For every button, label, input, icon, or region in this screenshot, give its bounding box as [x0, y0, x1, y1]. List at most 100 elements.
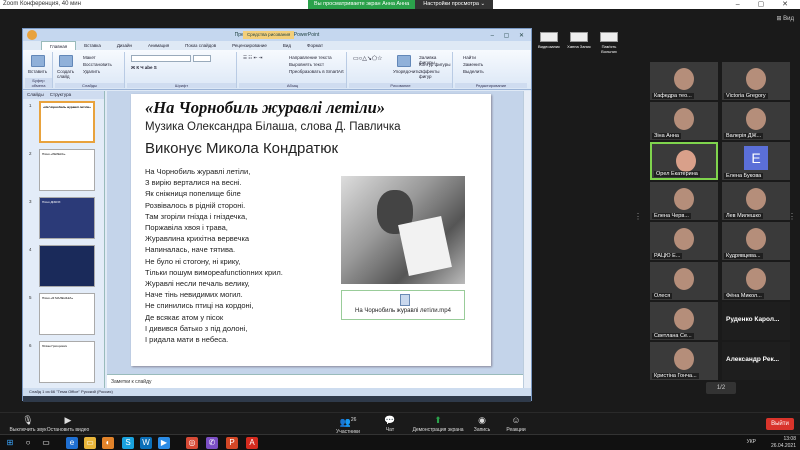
shape-outline-button[interactable]: Контур фигуры	[419, 62, 450, 67]
tab-slideshow[interactable]: Показ слайдов	[177, 41, 224, 50]
view-options-button[interactable]: Настройки просмотра ⌄	[415, 0, 494, 9]
poem-line: З вирію верталися на весні.	[145, 178, 242, 188]
edge-browser-icon[interactable]: e	[66, 437, 78, 449]
ppt-statusbar: Слайд 1 из 66 "Тема Office" Русский (Рос…	[23, 388, 531, 396]
window-controls[interactable]: – ▢ ✕	[736, 0, 796, 9]
reset-button[interactable]: Восстановить	[83, 62, 112, 67]
participant-tile[interactable]: E Елена Букова	[722, 142, 790, 180]
system-clock[interactable]: 13:08 26.04.2021	[771, 436, 796, 450]
layout-button[interactable]: Макет	[83, 55, 96, 60]
font-size-field[interactable]	[193, 55, 211, 62]
keyboard-language[interactable]: УКР	[747, 439, 756, 445]
word-icon[interactable]: W	[140, 437, 152, 449]
poem-line: На Чорнобиль журавлі летіли,	[145, 167, 251, 176]
delete-button[interactable]: Удалить	[83, 69, 100, 74]
new-slide-icon[interactable]	[59, 55, 73, 67]
video-file-icon[interactable]	[570, 32, 588, 42]
video-file-icon[interactable]	[540, 32, 558, 42]
tab-animation[interactable]: Анимация	[140, 41, 177, 50]
tab-review[interactable]: Рецензирование	[224, 41, 275, 50]
participant-tile[interactable]: Фёна Микол...	[722, 262, 790, 300]
skype-icon[interactable]: S	[122, 437, 134, 449]
slide-scrollbar[interactable]	[523, 91, 531, 388]
ppt-titlebar: Презентация1 - Microsoft PowerPoint Сред…	[23, 29, 531, 41]
leave-meeting-button[interactable]: Выйти	[766, 418, 794, 430]
participant-tile[interactable]: Александр Рек...	[722, 342, 790, 380]
find-button[interactable]: Найти	[463, 55, 476, 60]
arrange-button[interactable]: Упорядочить	[393, 69, 420, 74]
poem-line: Як сніжниця попелище біле	[145, 189, 241, 199]
notes-pane[interactable]: Заметки к слайду	[107, 374, 523, 388]
slide-title[interactable]: «На Чорнобиль журавлі летіли»	[145, 98, 385, 118]
slide-thumbnail-3[interactable]: Пісня ДИКИХ	[39, 197, 95, 239]
participant-tile[interactable]: Руденко Карол...	[722, 302, 790, 340]
shapes-gallery[interactable]: ▭○△↘⬠☆	[353, 55, 383, 62]
tab-outline[interactable]: Структура	[50, 91, 71, 99]
embedded-video[interactable]: На Чорнобиль журавлі летіли.mp4	[341, 290, 465, 320]
participant-tile[interactable]: Victoria Gregory	[722, 62, 790, 100]
poem-text[interactable]: На Чорнобиль журавлі летіли, З вирію вер…	[145, 166, 283, 345]
participant-tile[interactable]: Зіна Анна	[650, 102, 718, 140]
bullets-button[interactable]: ☰ ☷ ⇤ ⇥	[243, 55, 262, 61]
participant-tile[interactable]: Кудрявцева...	[722, 222, 790, 260]
zoom-control-bar: 🎙 Выключить звук ▶ Остановить видео 👥26 Уча…	[0, 412, 800, 435]
slide-thumbnail-6[interactable]: Юліан Григорович	[39, 341, 95, 383]
tab-design[interactable]: Дизайн	[109, 41, 140, 50]
office-button-icon[interactable]	[27, 30, 37, 40]
align-text-button[interactable]: Выровнять текст	[289, 62, 324, 67]
file-explorer-icon[interactable]: ▭	[84, 437, 96, 449]
tab-view[interactable]: Вид	[275, 41, 299, 50]
paste-icon[interactable]	[31, 55, 45, 67]
bold-button[interactable]: Ж К Ч abe S	[131, 65, 157, 70]
gallery-pager[interactable]: 1/2	[706, 382, 736, 394]
participant-tile[interactable]: Валерія ДЖ...	[722, 102, 790, 140]
chrome-icon[interactable]: ◎	[186, 437, 198, 449]
windows-start-icon[interactable]: ⊞	[4, 437, 16, 449]
reactions-button[interactable]: ☺ Реакции	[488, 415, 544, 433]
participant-tile[interactable]: Елена Черв...	[650, 182, 718, 220]
view-button[interactable]: ⊞ Вид	[776, 15, 794, 22]
zoom-app-icon[interactable]: ▶	[158, 437, 170, 449]
arrange-icon[interactable]	[397, 55, 411, 67]
replace-button[interactable]: Заменить	[463, 62, 483, 67]
task-view-icon[interactable]: ▭	[40, 437, 52, 449]
participant-tile[interactable]: Лев Милешко	[722, 182, 790, 220]
participant-tile[interactable]: Светлана Се...	[650, 302, 718, 340]
slide-thumbnail-5[interactable]: Пісня «Я МАЛЕНЬКА»	[39, 293, 95, 335]
smartart-button[interactable]: Преобразовать в SmartArt	[289, 69, 344, 74]
current-slide[interactable]: «На Чорнобиль журавлі летіли» Музика Оле…	[131, 94, 491, 366]
performer-photo[interactable]	[341, 176, 465, 284]
video-file-icon[interactable]	[600, 32, 618, 42]
slides-panel: Слайды Структура 1 «На Чорнобиль журавлі…	[23, 91, 105, 391]
search-icon[interactable]: ○	[22, 437, 34, 449]
tab-slides[interactable]: Слайды	[27, 91, 44, 99]
slide-editor: «На Чорнобиль журавлі летіли» Музика Оле…	[107, 91, 523, 374]
select-button[interactable]: Выделить	[463, 69, 484, 74]
shape-effects-button[interactable]: Эффекты фигур	[419, 69, 452, 79]
slide-performer[interactable]: Виконує Микола Кондратюк	[145, 140, 338, 157]
drawing-group-label: Рисование	[349, 83, 452, 88]
slide-thumbnail-1[interactable]: «На Чорнобиль журавлі летіли»	[39, 101, 95, 143]
acrobat-icon[interactable]: A	[246, 437, 258, 449]
text-direction-button[interactable]: Направление текста	[289, 55, 332, 60]
viber-icon[interactable]: ✆	[206, 437, 218, 449]
slide-thumbnail-2[interactable]: Пісня «ЛЕЛЕКА»	[39, 149, 95, 191]
tab-home[interactable]: Главная	[41, 41, 77, 50]
split-handle-icon[interactable]: ⋮	[634, 212, 642, 221]
firefox-icon[interactable]: ◐	[102, 437, 114, 449]
tab-format[interactable]: Формат	[299, 41, 331, 50]
smiley-icon: ☺	[511, 415, 521, 425]
font-name-field[interactable]	[131, 55, 191, 62]
tab-insert[interactable]: Вставка	[76, 41, 109, 50]
stop-video-button[interactable]: ▶ Остановить видео	[40, 415, 96, 433]
participant-tile-active-speaker[interactable]: Орел Екатерина	[650, 142, 718, 180]
participant-tile[interactable]: Кафедра тео...	[650, 62, 718, 100]
slide-thumbnail-4[interactable]	[39, 245, 95, 287]
powerpoint-icon[interactable]: P	[226, 437, 238, 449]
new-slide-button[interactable]: Создать слайд	[57, 69, 79, 79]
participant-tile[interactable]: Олеся	[650, 262, 718, 300]
participant-tile[interactable]: Кристіна Гонча...	[650, 342, 718, 380]
slide-subtitle[interactable]: Музика Олександра Білаша, слова Д. Павли…	[145, 121, 401, 133]
paste-button[interactable]: Вставить	[28, 69, 47, 74]
participant-tile[interactable]: РАЦЮ Е...	[650, 222, 718, 260]
